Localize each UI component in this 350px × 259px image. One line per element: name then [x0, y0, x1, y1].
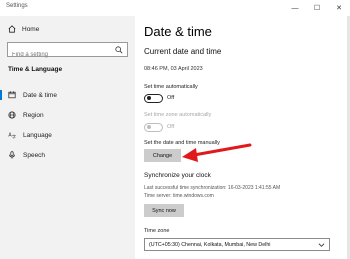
sidebar-item-label: Language — [23, 131, 52, 139]
set-zone-auto-toggle[interactable] — [144, 123, 163, 132]
timezone-select[interactable]: (UTC+05:30) Chennai, Kolkata, Mumbai, Ne… — [144, 238, 330, 251]
set-zone-auto-label: Set time zone automatically — [144, 112, 212, 118]
time-server-text: Time server: time.windows.com — [144, 193, 214, 199]
close-button[interactable]: ✕ — [328, 0, 350, 16]
maximize-button[interactable]: ☐ — [306, 0, 328, 16]
main-panel: Date & time Current date and time 08:46 … — [135, 16, 350, 259]
search-box[interactable] — [7, 42, 128, 62]
language-icon: A 字 — [8, 133, 16, 139]
sidebar-item-label: Region — [23, 111, 44, 119]
sidebar-item-region[interactable]: Region — [0, 107, 135, 123]
sync-now-button[interactable]: Sync now — [144, 204, 184, 217]
window-controls: — ☐ ✕ — [284, 0, 350, 16]
current-datetime: 08:46 PM, 03 April 2023 — [144, 66, 203, 72]
sidebar: Home Time & Language Date & time Region … — [0, 16, 135, 259]
sidebar-item-label: Home — [22, 25, 40, 33]
section-title: Current date and time — [144, 47, 222, 56]
minimize-button[interactable]: — — [284, 0, 306, 16]
globe-icon — [8, 111, 16, 119]
sidebar-item-language[interactable]: A 字 Language — [0, 127, 135, 143]
sidebar-item-label: Date & time — [23, 91, 57, 99]
sidebar-item-date-time[interactable]: Date & time — [0, 87, 135, 103]
microphone-icon — [9, 151, 15, 159]
window-title: Settings — [6, 3, 28, 9]
last-sync-text: Last successful time synchronization: 16… — [144, 185, 281, 191]
chevron-down-icon — [318, 243, 325, 247]
toggle-knob — [147, 125, 151, 130]
sidebar-item-label: Speech — [23, 151, 46, 159]
timezone-label: Time zone — [144, 228, 170, 234]
home-icon — [8, 25, 16, 33]
title-bar: Settings — ☐ ✕ — [0, 0, 350, 16]
set-zone-auto-state: Off — [167, 124, 175, 130]
sync-title: Synchronize your clock — [144, 172, 211, 179]
search-icon[interactable] — [115, 46, 123, 54]
set-time-auto-label: Set time automatically — [144, 84, 198, 90]
toggle-knob — [147, 96, 151, 101]
change-button[interactable]: Change — [144, 149, 181, 162]
page-title: Date & time — [144, 24, 212, 39]
timezone-value: (UTC+05:30) Chennai, Kolkata, Mumbai, Ne… — [149, 241, 271, 248]
sidebar-item-home[interactable]: Home — [8, 25, 39, 33]
svg-text:字: 字 — [12, 133, 16, 139]
set-time-auto-state: Off — [167, 95, 175, 101]
set-time-auto-toggle[interactable] — [144, 94, 163, 103]
search-input[interactable] — [8, 48, 113, 62]
sidebar-item-speech[interactable]: Speech — [0, 147, 135, 163]
manual-datetime-label: Set the date and time manually — [144, 140, 220, 146]
sidebar-section-title: Time & Language — [8, 66, 63, 73]
clock-calendar-icon — [8, 91, 16, 99]
